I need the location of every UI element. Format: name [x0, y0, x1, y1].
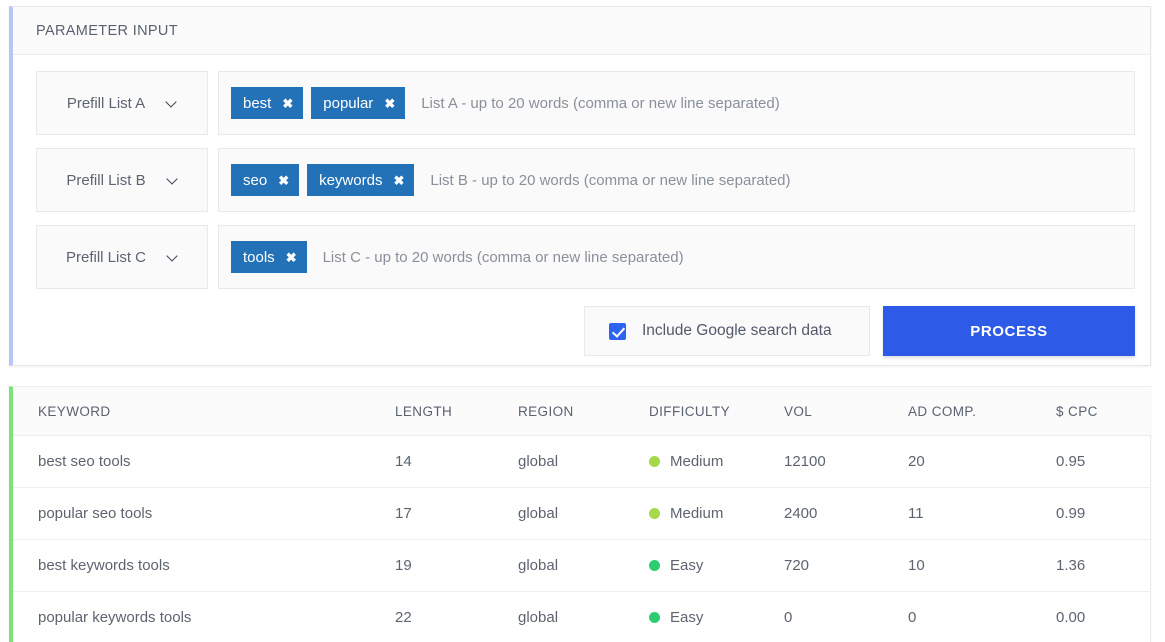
cell-ad-comp: 11: [908, 487, 1056, 540]
tag-remove-icon[interactable]: ✖: [278, 174, 289, 187]
cell-keyword: best keywords tools: [13, 539, 395, 592]
list-c-input[interactable]: tools ✖ List C - up to 20 words (comma o…: [218, 225, 1135, 289]
tag-remove-icon[interactable]: ✖: [393, 174, 404, 187]
tag-label: seo: [243, 171, 268, 189]
cell-vol: 720: [784, 539, 908, 592]
input-row-b: Prefill List B seo ✖ keywords ✖ List B -…: [36, 148, 1135, 212]
process-button[interactable]: PROCESS: [883, 306, 1135, 356]
prefill-list-b-label: Prefill List B: [66, 171, 146, 189]
table-row[interactable]: popular seo tools 17 global Medium 2400 …: [13, 487, 1151, 540]
input-row-a: Prefill List A best ✖ popular ✖ List A -…: [36, 71, 1135, 135]
column-header-keyword[interactable]: KEYWORD: [13, 387, 395, 436]
tag-label: best: [243, 94, 272, 112]
cell-region: global: [518, 539, 649, 592]
cell-keyword: popular keywords tools: [13, 591, 395, 642]
cell-region: global: [518, 591, 649, 642]
tag-label: popular: [323, 94, 374, 112]
tag-chip[interactable]: tools ✖: [231, 241, 307, 273]
tag-chip[interactable]: keywords ✖: [307, 164, 415, 196]
cell-difficulty: Easy: [649, 539, 784, 592]
cell-keyword: best seo tools: [13, 435, 395, 488]
chevron-down-icon: [168, 175, 178, 185]
cell-difficulty: Medium: [649, 487, 784, 540]
column-header-region[interactable]: REGION: [518, 387, 649, 436]
difficulty-label: Easy: [670, 609, 704, 626]
parameter-input-body: Prefill List A best ✖ popular ✖ List A -…: [13, 55, 1150, 356]
list-b-input[interactable]: seo ✖ keywords ✖ List B - up to 20 words…: [218, 148, 1135, 212]
cell-keyword: popular seo tools: [13, 487, 395, 540]
tag-remove-icon[interactable]: ✖: [384, 97, 395, 110]
cell-cpc: 0.99: [1056, 487, 1151, 540]
cell-ad-comp: 0: [908, 591, 1056, 642]
cell-difficulty: Medium: [649, 435, 784, 488]
difficulty-dot-icon: [649, 560, 660, 571]
prefill-list-c-select[interactable]: Prefill List C: [36, 225, 208, 289]
table-header-row: KEYWORD LENGTH REGION DIFFICULTY VOL AD …: [13, 387, 1151, 436]
chevron-down-icon: [167, 98, 177, 108]
parameter-input-header: PARAMETER INPUT: [13, 7, 1150, 55]
column-header-difficulty[interactable]: DIFFICULTY: [649, 387, 784, 436]
cell-length: 14: [395, 435, 518, 488]
include-google-search-data-label: Include Google search data: [642, 322, 832, 339]
cell-length: 22: [395, 591, 518, 642]
include-google-search-data-toggle[interactable]: Include Google search data: [584, 306, 870, 356]
column-header-cpc[interactable]: $ CPC: [1056, 387, 1151, 436]
difficulty-dot-icon: [649, 508, 660, 519]
difficulty-label: Easy: [670, 557, 704, 574]
difficulty-label: Medium: [670, 453, 724, 470]
tag-label: tools: [243, 248, 275, 266]
checkbox-icon[interactable]: [609, 322, 626, 340]
keyword-results-table: KEYWORD LENGTH REGION DIFFICULTY VOL AD …: [13, 387, 1151, 642]
prefill-list-a-label: Prefill List A: [66, 94, 146, 112]
list-c-placeholder: List C - up to 20 words (comma or new li…: [322, 248, 684, 266]
tag-chip[interactable]: best ✖: [231, 87, 304, 119]
cell-vol: 2400: [784, 487, 908, 540]
cell-difficulty: Easy: [649, 591, 784, 642]
list-a-input[interactable]: best ✖ popular ✖ List A - up to 20 words…: [218, 71, 1135, 135]
action-bar: Include Google search data PROCESS: [36, 306, 1135, 356]
table-row[interactable]: best keywords tools 19 global Easy 720 1…: [13, 539, 1151, 592]
cell-vol: 12100: [784, 435, 908, 488]
difficulty-dot-icon: [649, 612, 660, 623]
keyword-results-card: KEYWORD LENGTH REGION DIFFICULTY VOL AD …: [9, 386, 1151, 642]
table-row[interactable]: popular keywords tools 22 global Easy 0 …: [13, 591, 1151, 642]
cell-ad-comp: 20: [908, 435, 1056, 488]
prefill-list-c-label: Prefill List C: [65, 248, 147, 266]
prefill-list-b-select[interactable]: Prefill List B: [36, 148, 208, 212]
cell-ad-comp: 10: [908, 539, 1056, 592]
parameter-input-card: PARAMETER INPUT Prefill List A best ✖ po…: [9, 6, 1151, 366]
cell-region: global: [518, 435, 649, 488]
column-header-ad-comp[interactable]: AD COMP.: [908, 387, 1056, 436]
column-header-vol[interactable]: VOL: [784, 387, 908, 436]
tag-remove-icon[interactable]: ✖: [282, 97, 293, 110]
cell-cpc: 0.95: [1056, 435, 1151, 488]
tag-chip[interactable]: seo ✖: [231, 164, 300, 196]
prefill-list-a-select[interactable]: Prefill List A: [36, 71, 208, 135]
tag-remove-icon[interactable]: ✖: [286, 251, 297, 264]
chevron-down-icon: [168, 252, 178, 262]
list-a-placeholder: List A - up to 20 words (comma or new li…: [421, 94, 780, 112]
table-row[interactable]: best seo tools 14 global Medium 12100 20…: [13, 435, 1151, 488]
column-header-length[interactable]: LENGTH: [395, 387, 518, 436]
cell-vol: 0: [784, 591, 908, 642]
list-b-placeholder: List B - up to 20 words (comma or new li…: [430, 171, 791, 189]
cell-cpc: 0.00: [1056, 591, 1151, 642]
cell-cpc: 1.36: [1056, 539, 1151, 592]
tag-chip[interactable]: popular ✖: [311, 87, 406, 119]
page-title: PARAMETER INPUT: [36, 22, 178, 39]
input-row-c: Prefill List C tools ✖ List C - up to 20…: [36, 225, 1135, 289]
cell-length: 17: [395, 487, 518, 540]
cell-length: 19: [395, 539, 518, 592]
difficulty-dot-icon: [649, 456, 660, 467]
tag-label: keywords: [319, 171, 383, 189]
difficulty-label: Medium: [670, 505, 724, 522]
cell-region: global: [518, 487, 649, 540]
